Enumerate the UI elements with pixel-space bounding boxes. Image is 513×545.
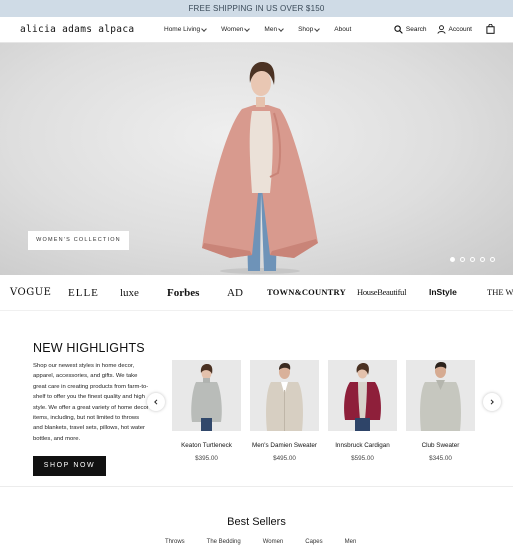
- menu-item-women[interactable]: Women: [221, 25, 251, 33]
- tab-the-bedding[interactable]: The Bedding: [207, 539, 241, 545]
- main-menu: Home Living Women Men Shop About: [164, 25, 366, 33]
- chevron-down-icon: [201, 25, 207, 32]
- press-logo-instyle: InStyle: [429, 287, 457, 297]
- best-sellers-tabs: Throws The Bedding Women Capes Men: [165, 539, 378, 545]
- product-photo: [406, 360, 475, 431]
- account-icon: [436, 24, 446, 34]
- product-image[interactable]: [406, 360, 475, 431]
- chevron-right-icon: [490, 399, 494, 405]
- chevron-down-icon: [278, 25, 284, 32]
- chevron-down-icon: [244, 25, 251, 32]
- header-actions: Search Account: [384, 24, 495, 34]
- tab-men[interactable]: Men: [345, 539, 357, 545]
- account-button[interactable]: Account: [436, 24, 473, 34]
- menu-item-men[interactable]: Men: [264, 25, 284, 33]
- carousel-dot[interactable]: [450, 257, 455, 262]
- product-name[interactable]: Innsbruck Cardigan: [328, 442, 397, 449]
- tab-throws[interactable]: Throws: [165, 539, 185, 545]
- press-logo-vogue: VOGUE: [10, 287, 52, 298]
- menu-item-label: About: [334, 26, 352, 33]
- product-photo: [172, 360, 241, 431]
- menu-item-about[interactable]: About: [334, 26, 351, 33]
- product-card[interactable]: Innsbruck Cardigan $595.00: [328, 360, 397, 462]
- product-photo: [328, 360, 397, 431]
- press-logo-luxe: luxe: [120, 287, 139, 299]
- carousel-dot[interactable]: [490, 257, 495, 262]
- press-logo-ad: AD: [227, 287, 243, 299]
- account-label: Account: [448, 25, 473, 33]
- tab-capes[interactable]: Capes: [305, 539, 322, 545]
- product-image[interactable]: [172, 360, 241, 431]
- product-card[interactable]: Men's Damien Sweater $495.00: [250, 360, 319, 462]
- product-price: $395.00: [195, 455, 218, 462]
- menu-item-label: Women: [221, 26, 244, 33]
- press-logo-town-country: TOWN&COUNTRY: [267, 287, 346, 297]
- highlights-title: NEW HIGHLIGHTS: [33, 341, 145, 355]
- menu-item-label: Shop: [298, 26, 314, 33]
- best-sellers-title: Best Sellers: [227, 516, 286, 528]
- chevron-left-icon: [154, 399, 158, 405]
- carousel-dots: [445, 257, 495, 262]
- main-header: alicia adams alpaca Home Living Women Me…: [0, 17, 513, 43]
- carousel-next-button[interactable]: [483, 393, 501, 411]
- bag-icon: [486, 24, 495, 34]
- search-icon: [394, 24, 403, 34]
- product-name[interactable]: Men's Damien Sweater: [250, 442, 319, 449]
- press-logo-elle: ELLE: [68, 287, 99, 299]
- product-name[interactable]: Club Sweater: [406, 442, 475, 449]
- shop-now-button[interactable]: SHOP NOW: [33, 456, 106, 476]
- menu-item-label: Home Living: [164, 26, 201, 33]
- menu-item-label: Men: [264, 26, 278, 33]
- hero-model-image: [202, 62, 318, 274]
- chevron-down-icon: [314, 25, 321, 32]
- product-price: $495.00: [273, 455, 296, 462]
- product-name[interactable]: Keaton Turtleneck: [172, 442, 241, 449]
- carousel-prev-button[interactable]: [147, 393, 165, 411]
- carousel-dot[interactable]: [470, 257, 475, 262]
- promo-banner: FREE SHIPPING IN US OVER $150: [0, 0, 513, 17]
- press-logos-strip: VOGUE ELLE luxe Forbes AD TOWN&COUNTRY H…: [0, 275, 513, 311]
- carousel-dot[interactable]: [480, 257, 485, 262]
- product-photo: [250, 360, 319, 431]
- section-divider: [0, 486, 513, 487]
- menu-item-home-living[interactable]: Home Living: [164, 25, 207, 33]
- product-image[interactable]: [250, 360, 319, 431]
- brand-logo[interactable]: alicia adams alpaca: [20, 24, 134, 35]
- press-logo-the-wa: THE WA: [487, 287, 513, 297]
- product-card[interactable]: Keaton Turtleneck $395.00: [172, 360, 241, 462]
- search-label: Search: [405, 25, 427, 33]
- product-price: $595.00: [351, 455, 374, 462]
- womens-collection-button[interactable]: WOMEN'S COLLECTION: [28, 231, 129, 250]
- product-price: $345.00: [429, 455, 452, 462]
- menu-item-shop[interactable]: Shop: [298, 25, 321, 33]
- tab-women[interactable]: Women: [263, 539, 284, 545]
- press-logo-forbes: Forbes: [167, 287, 200, 299]
- press-logo-house-beautiful: HouseBeautiful: [357, 287, 407, 297]
- search-button[interactable]: Search: [394, 24, 427, 34]
- product-card[interactable]: Club Sweater $345.00: [406, 360, 475, 462]
- cart-button[interactable]: [486, 24, 495, 34]
- carousel-dot[interactable]: [460, 257, 465, 262]
- hero-banner[interactable]: WOMEN'S COLLECTION: [0, 43, 513, 275]
- highlights-description: Shop our newest styles in home decor, ap…: [33, 363, 149, 442]
- product-image[interactable]: [328, 360, 397, 431]
